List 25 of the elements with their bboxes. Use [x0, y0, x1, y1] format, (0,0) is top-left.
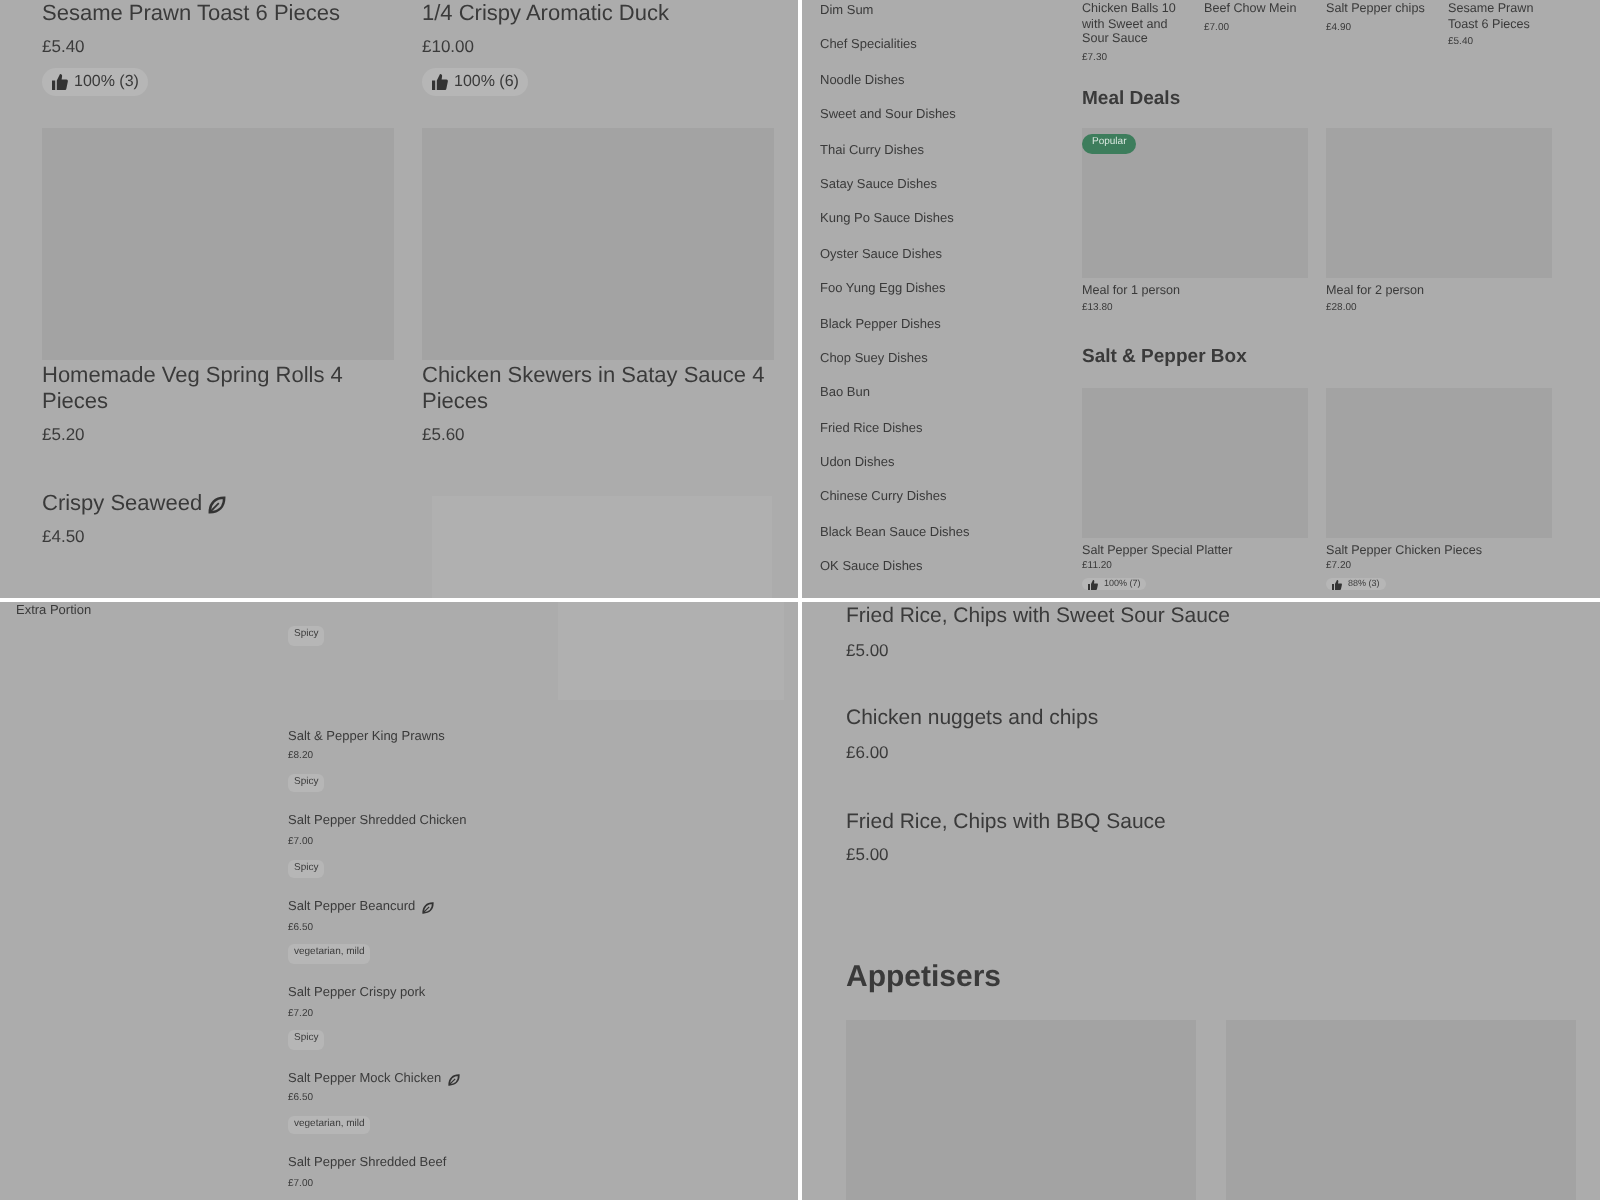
section-heading: Appetisers — [846, 958, 1004, 999]
item-name: 1/4 Crispy Aromatic Duck — [422, 2, 669, 29]
section-heading: Meal Deals — [1082, 86, 1183, 115]
thumbs-up-icon — [52, 73, 68, 90]
rating-text: 100% (3) — [74, 69, 139, 94]
item-name: Fried Rice, Chips with Sweet Sour Sauce — [846, 604, 1232, 630]
thumbs-up-icon — [1088, 579, 1098, 590]
section-heading: Salt & Pepper Box — [1082, 344, 1249, 373]
item-price: £5.40 — [42, 34, 87, 60]
thumbs-up-icon — [1332, 579, 1342, 590]
item-price: £6.00 — [846, 739, 891, 766]
item-price: £5.20 — [42, 422, 87, 449]
item-name: Crispy Seaweed — [42, 492, 203, 519]
rating-text: 100% (6) — [454, 69, 519, 94]
item-price: £5.00 — [846, 637, 891, 663]
thumbs-up-icon — [432, 73, 448, 90]
item-name: Homemade Veg Spring Rolls 4 Pieces — [42, 363, 345, 417]
item-name: Chicken Skewers in Satay Sauce 4 Pieces — [422, 363, 767, 417]
item-price: £4.50 — [42, 524, 87, 550]
item-name: Sesame Prawn Toast 6 Pieces — [42, 2, 340, 29]
item-price: £5.60 — [422, 422, 467, 449]
item-price: £5.00 — [846, 842, 891, 869]
item-name: Fried Rice, Chips with BBQ Sauce — [846, 809, 1168, 835]
item-name: Chicken nuggets and chips — [846, 706, 1101, 732]
item-price: £10.00 — [422, 34, 476, 60]
